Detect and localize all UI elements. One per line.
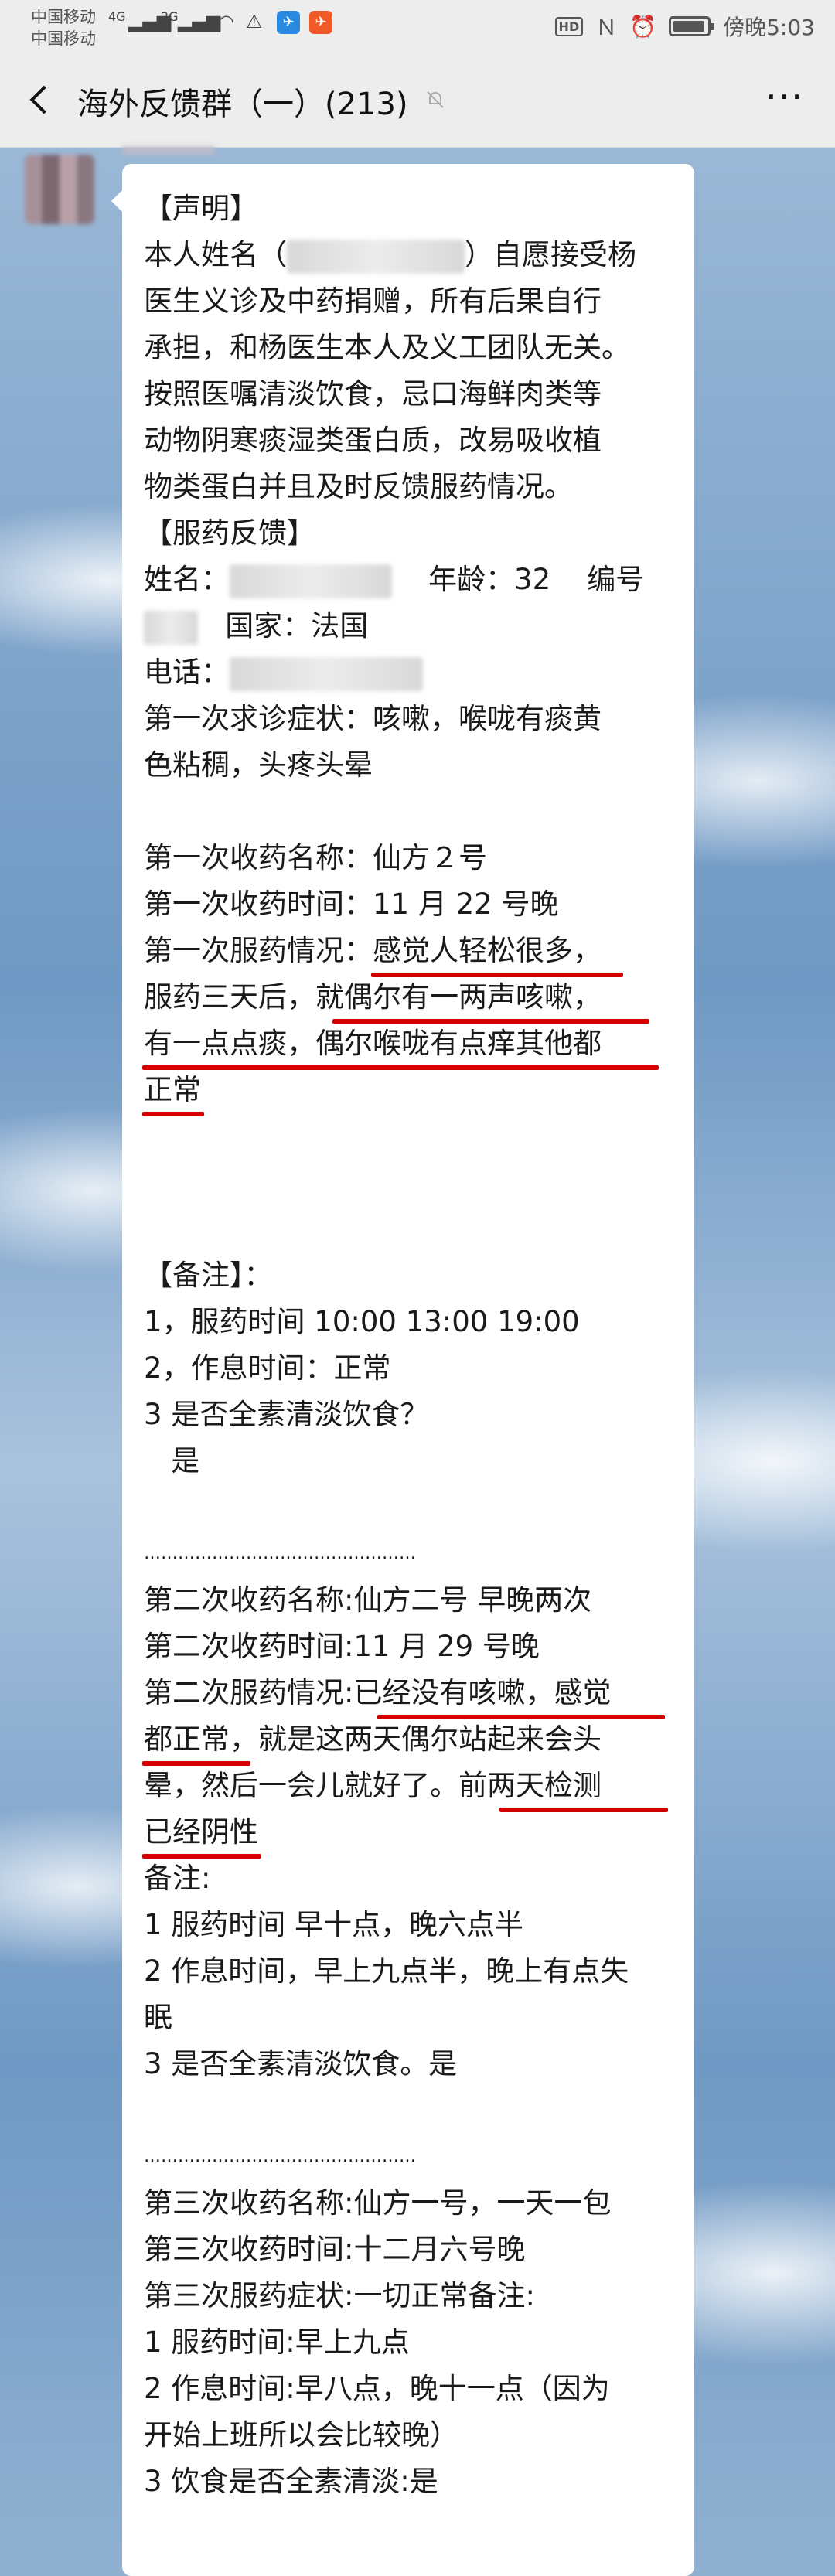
text-line: 3 是否全素清淡饮食。是: [144, 2047, 458, 2080]
text-line: 1，服药时间 10:00 13:00 19:00: [144, 1305, 580, 1338]
text-line: 姓名： 年龄：32 编号: [144, 557, 644, 603]
text-line: 3 饮食是否全素清淡:是: [144, 2465, 438, 2498]
alarm-icon: ⏰: [629, 13, 657, 39]
text-line: 有一点点痰，偶尔喉咙有点痒其他都: [144, 1027, 602, 1060]
text-line: 2 作息时间，早上九点半，晚上有点失: [144, 1954, 629, 1988]
text-line: 都正常，就是这两天偶尔站起来会头: [144, 1722, 602, 1756]
more-options-button[interactable]: ···: [758, 77, 812, 124]
hd-icon: HD: [554, 16, 584, 36]
dotted-separator: …………………………………………: [144, 2147, 416, 2166]
message-bubble[interactable]: 【声明】 本人姓名（ ）自愿接受杨 医生义诊及中药捐赠，所有后果自行 承担，和杨医…: [111, 164, 694, 2576]
text-line: 医生义诊及中药捐赠，所有后果自行: [144, 285, 602, 318]
status-bar: 中国移动 中国移动 4G ▂▄▆ 2G ▂▄▆ ◠ ⚠ ✈ ✈ HD Ｎ ⏰ 傍…: [0, 0, 835, 54]
text-line: 已经阴性: [144, 1815, 258, 1849]
text-line: 第一次求诊症状：咳嗽，喉咙有痰黄: [144, 702, 602, 735]
dotted-separator: …………………………………………: [144, 1544, 416, 1563]
text-line: 按照医嘱清淡饮食，忌口海鲜肉类等: [144, 377, 602, 411]
text-line: 第一次服药情况：感觉人轻松很多，: [144, 934, 602, 967]
text-line: 承担，和杨医生本人及义工团队无关。: [144, 331, 630, 364]
back-button[interactable]: [23, 77, 62, 124]
text-line: 备注:: [144, 1862, 211, 1895]
text-line: 【备注】：: [144, 1259, 273, 1292]
text-line: 物类蛋白并且及时反馈服药情况。: [144, 470, 573, 503]
redacted-name: [230, 564, 392, 598]
text-line: 开始上班所以会比较晚）: [144, 2418, 458, 2452]
nfc-icon: Ｎ: [595, 15, 618, 40]
redacted-id: [144, 610, 198, 645]
text-line: 是: [144, 1444, 200, 1477]
text-line: 第三次服药症状:一切正常备注:: [144, 2279, 535, 2312]
text-line: 本人姓名（ ）自愿接受杨: [144, 232, 636, 278]
text-line: 第二次收药名称:仙方二号 早晚两次: [144, 1583, 592, 1617]
red-underline: [142, 1065, 659, 1070]
text-line: 第一次收药时间：11 月 22 号晚: [144, 888, 559, 921]
app-notify-icon: ✈: [277, 11, 300, 34]
status-right: HD Ｎ ⏰ 傍晚5:03: [554, 11, 815, 42]
chat-title: 海外反馈群（一）(213): [77, 87, 408, 122]
text-line: 3 是否全素清淡饮食？: [144, 1398, 429, 1431]
sender-name-blurred: [122, 145, 215, 155]
network-type-1: 4G: [108, 9, 126, 24]
text-line: 1 服药时间:早上九点: [144, 2326, 410, 2359]
signal-icon-2: ▂▄▆: [178, 11, 221, 32]
red-underline: [377, 1715, 665, 1719]
text-line: 第二次服药情况:已经没有咳嗽，感觉: [144, 1676, 612, 1709]
text-line: 晕，然后一会儿就好了。前两天检测: [144, 1769, 602, 1802]
text-line: 第二次收药时间:11 月 29 号晚: [144, 1630, 540, 1663]
carrier-2: 中国移动: [31, 29, 96, 48]
network-type-2: 2G: [161, 9, 179, 24]
red-underline: [332, 1019, 649, 1024]
carrier-1: 中国移动: [31, 8, 96, 26]
red-underline: [499, 1808, 668, 1812]
red-underline: [371, 973, 623, 977]
text-line: 正常: [144, 1073, 201, 1106]
text-line: 2 作息时间:早八点，晚十一点（因为: [144, 2372, 610, 2405]
text-line: 眠: [144, 2001, 172, 2034]
status-time: 傍晚5:03: [723, 15, 815, 40]
text-line: 第三次收药时间:十二月六号晚: [144, 2233, 526, 2266]
avatar[interactable]: [25, 155, 94, 224]
red-underline: [142, 1112, 204, 1116]
battery-icon: [669, 16, 715, 36]
wifi-icon: ◠: [218, 11, 234, 32]
redacted-name: [287, 239, 465, 274]
warning-icon: ⚠: [246, 11, 263, 32]
text-line: 服药三天后，就偶尔有一两声咳嗽，: [144, 980, 602, 1014]
carrier-labels: 中国移动 中国移动: [31, 6, 96, 49]
text-line: 国家：法国: [144, 603, 368, 649]
redacted-phone: [230, 656, 423, 691]
text-line: 色粘稠，头疼头晕: [144, 748, 373, 782]
text-line: 2，作息时间：正常: [144, 1351, 391, 1385]
text-line: 【声明】: [144, 192, 258, 225]
chat-header: 海外反馈群（一）(213) ···: [0, 54, 835, 148]
text-line: 动物阴寒痰湿类蛋白质，改易吸收植: [144, 424, 602, 457]
text-line: 电话：: [144, 649, 423, 696]
red-underline: [142, 1761, 250, 1766]
text-line: 【服药反馈】: [144, 516, 315, 550]
mute-bell-icon: [427, 91, 444, 108]
text-line: 1 服药时间 早十点，晚六点半: [144, 1908, 524, 1941]
text-line: 第三次收药名称:仙方一号，一天一包: [144, 2186, 612, 2220]
text-line: 第一次收药名称：仙方２号: [144, 841, 487, 874]
app-notify-icon-2: ✈: [309, 11, 332, 34]
